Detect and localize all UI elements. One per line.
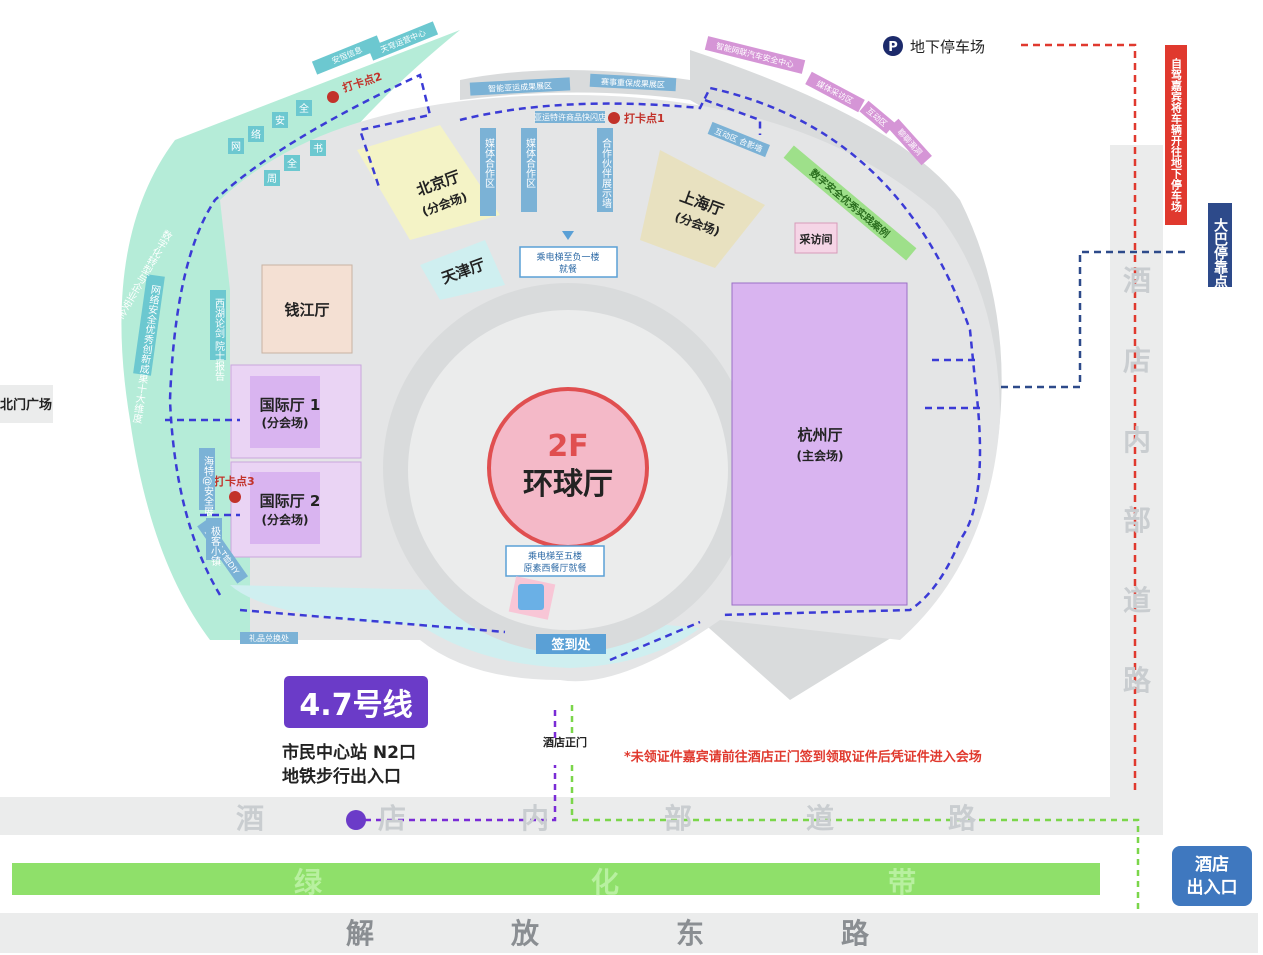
hotel-exit-line1: 酒店 — [1195, 854, 1229, 875]
center-name: 环球厅 — [523, 467, 613, 502]
inner-road-vertical — [1110, 145, 1163, 835]
svg-text:安: 安 — [275, 114, 285, 127]
svg-text:网: 网 — [231, 141, 241, 153]
zone-gift: 礼品兑换处 — [249, 633, 289, 643]
bus-label: 大巴停靠点 — [1212, 217, 1228, 289]
inner-road-horizontal — [0, 797, 1163, 835]
checkpoint-1-dot[interactable] — [608, 112, 620, 124]
interview-room-name: 采访间 — [799, 232, 833, 246]
svg-text:部: 部 — [1123, 504, 1151, 537]
zone-media-v: 媒体合作区 — [483, 138, 495, 188]
hotel-gate-label: 酒店正门 — [543, 735, 587, 749]
zone-media-v2: 媒体合作区 — [524, 138, 536, 188]
checkpoint-1-label: 打卡点1 — [624, 111, 665, 125]
svg-text:带: 带 — [888, 866, 916, 899]
zone-left-inner: 西湖论剑 院士报告 — [213, 298, 225, 382]
svg-text:内: 内 — [1123, 424, 1151, 457]
svg-text:部: 部 — [664, 802, 692, 835]
north-plaza-label: 北门广场 — [0, 397, 52, 413]
svg-text:P: P — [888, 40, 898, 55]
checkpoint-2-dot[interactable] — [327, 91, 339, 103]
guoji-hall-1-sub: (分会场) — [262, 415, 309, 430]
zone-jike: 极客小镇 — [209, 525, 221, 567]
zone-partner: 合作伙伴展示墙 — [600, 137, 612, 209]
svg-text:道: 道 — [806, 802, 834, 835]
hangzhou-hall-sub: (主会场) — [797, 448, 844, 463]
parking-label: 地下停车场 — [910, 38, 985, 56]
hotel-exit-line2: 出入口 — [1187, 877, 1238, 898]
elevator-b1-line1: 乘电梯至负一楼 — [536, 251, 599, 263]
metro-entry-dot[interactable] — [346, 810, 366, 830]
guoji-hall-2-name: 国际厅 2 — [260, 492, 321, 510]
hangzhou-hall[interactable] — [731, 282, 908, 606]
metro-station-label: 市民中心站 N2口 — [282, 742, 416, 763]
svg-text:全: 全 — [287, 157, 297, 170]
zone-goods: 亚运特许商品快闪店 — [534, 112, 606, 122]
svg-text:店: 店 — [1123, 344, 1151, 377]
center-floor: 2F — [547, 429, 588, 464]
elevator-icon — [518, 584, 544, 610]
svg-text:店: 店 — [378, 802, 406, 835]
svg-text:道: 道 — [1123, 584, 1151, 617]
svg-text:路: 路 — [841, 917, 870, 950]
metro-exit-label: 地铁步行出入口 — [282, 766, 401, 787]
svg-text:解: 解 — [346, 917, 374, 950]
qianjiang-hall-name: 钱江厅 — [284, 301, 329, 319]
svg-text:化: 化 — [591, 866, 619, 899]
svg-text:路: 路 — [1123, 664, 1152, 697]
checkin-label: 签到处 — [550, 637, 591, 653]
svg-text:络: 络 — [251, 128, 261, 141]
svg-text:全: 全 — [299, 102, 309, 115]
svg-text:酒: 酒 — [236, 802, 264, 835]
elevator-5f-line2: 原素西餐厅就餐 — [523, 562, 586, 574]
checkpoint-3-dot[interactable] — [229, 491, 241, 503]
green-belt — [12, 863, 1100, 895]
svg-text:绿: 绿 — [294, 866, 323, 899]
guoji-hall-1-name: 国际厅 1 — [260, 396, 321, 414]
notice-text: *未领证件嘉宾请前往酒店正门签到领取证件后凭证件进入会场 — [624, 749, 982, 765]
elevator-b1-line2: 就餐 — [559, 263, 577, 275]
jiefang-road — [0, 913, 1258, 953]
svg-text:放: 放 — [510, 917, 540, 950]
venue-map: 2F 环球厅 杭州厅 (主会场) 北京厅 (分会场) 上海厅 (分会场) 天津厅… — [0, 21, 1258, 953]
metro-line-label: 4.7号线 — [299, 688, 412, 723]
svg-text:内: 内 — [521, 802, 549, 835]
svg-text:书: 书 — [313, 143, 323, 155]
svg-text:路: 路 — [948, 802, 977, 835]
svg-text:酒: 酒 — [1123, 264, 1151, 297]
zone-hai: 海特@安全展 — [202, 455, 214, 517]
svg-text:周: 周 — [267, 173, 277, 185]
checkpoint-3-label: 打卡点3 — [214, 474, 255, 488]
elevator-5f-line1: 乘电梯至五楼 — [528, 550, 582, 562]
svg-text:东: 东 — [676, 917, 704, 950]
guoji-hall-2-sub: (分会场) — [262, 512, 309, 527]
hangzhou-hall-name: 杭州厅 — [797, 426, 842, 444]
self-drive-label: 自驾嘉宾将车辆开往地下停车场 — [1170, 57, 1184, 213]
